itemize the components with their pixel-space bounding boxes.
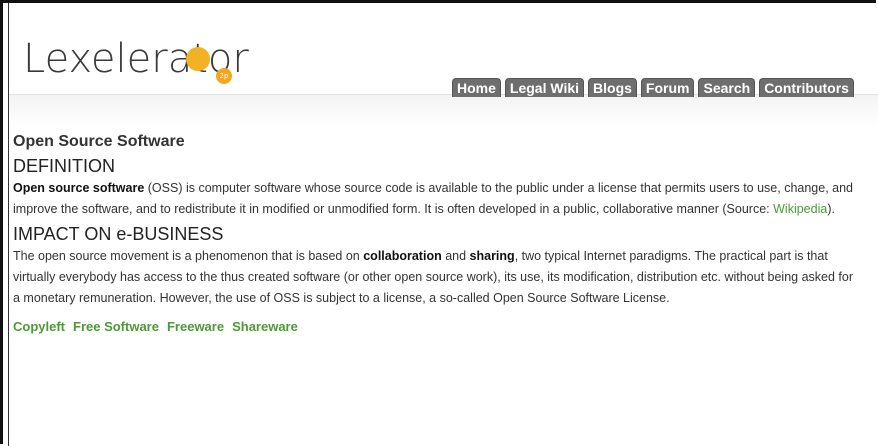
nav-contributors[interactable]: Contributors [759, 78, 854, 97]
impact-bold-collaboration: collaboration [363, 249, 442, 263]
impact-bold-sharing: sharing [469, 249, 515, 263]
logo-wordmark: Lexelerator [23, 36, 249, 82]
impact-heading: IMPACT ON e-BUSINESS [13, 224, 224, 244]
tag-freeware[interactable]: Freeware [167, 319, 224, 334]
tag-free-software[interactable]: Free Software [73, 319, 159, 334]
nav-search[interactable]: Search [698, 78, 756, 97]
site-logo[interactable]: Lexelerator 2p [23, 31, 249, 87]
related-tags: Copyleft Free Software Freeware Sharewar… [13, 319, 863, 334]
tag-copyleft[interactable]: Copyleft [13, 319, 65, 334]
nav-forum[interactable]: Forum [640, 78, 695, 97]
definition-paragraph: Open source software (OSS) is computer s… [13, 178, 863, 220]
impact-text-2: and [441, 249, 470, 263]
impact-text-1: The open source movement is a phenomenon… [13, 249, 364, 263]
definition-text-end: ). [827, 202, 835, 216]
article: Open Source Software DEFINITION Open sou… [13, 130, 863, 334]
header-shadow [9, 95, 878, 125]
impact-paragraph: The open source movement is a phenomenon… [13, 246, 863, 309]
definition-term: Open source software [13, 181, 145, 195]
logo-badge: 2p [216, 68, 232, 84]
nav-blogs[interactable]: Blogs [588, 78, 637, 97]
definition-heading: DEFINITION [13, 156, 115, 176]
wikipedia-link[interactable]: Wikipedia [773, 202, 827, 216]
nav-home[interactable]: Home [452, 78, 501, 97]
logo-circle-icon [186, 47, 210, 71]
tag-shareware[interactable]: Shareware [232, 319, 298, 334]
main-nav: Home Legal Wiki Blogs Forum Search Contr… [452, 78, 854, 97]
page-title: Open Source Software [13, 133, 185, 150]
nav-legal-wiki[interactable]: Legal Wiki [504, 78, 585, 97]
